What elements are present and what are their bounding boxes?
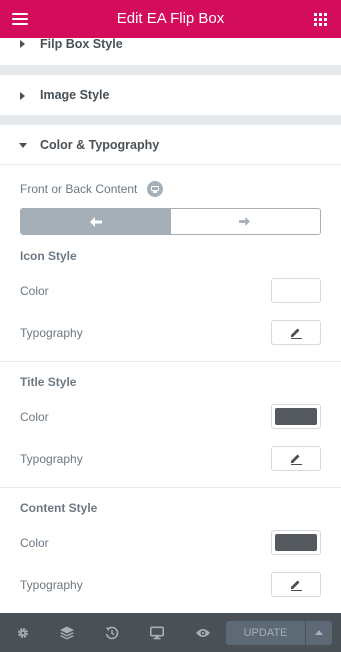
panel-header-cover: Edit EA Flip Box: [0, 0, 341, 38]
section-image-style[interactable]: Image Style: [0, 75, 341, 115]
content-color-picker[interactable]: [271, 530, 321, 555]
caret-down-icon: [19, 143, 27, 148]
icon-style-heading: Icon Style: [20, 249, 77, 263]
icon-color-label: Color: [20, 284, 49, 298]
title-style-heading: Title Style: [20, 375, 77, 389]
icon-typography-edit-button[interactable]: [271, 320, 321, 345]
content-style-heading: Content Style: [20, 501, 98, 515]
icon-typography-label: Typography: [20, 326, 83, 340]
front-option-button[interactable]: [21, 209, 171, 234]
arrow-right-icon: [238, 217, 250, 226]
caret-right-icon: [20, 92, 25, 100]
content-color-label: Color: [20, 536, 49, 550]
responsive-info-icon[interactable]: [147, 181, 163, 197]
title-color-label: Color: [20, 410, 49, 424]
panel-title: Edit EA Flip Box: [116, 10, 225, 27]
content-typography-edit-button[interactable]: [271, 572, 321, 597]
front-back-label: Front or Back Content: [20, 182, 138, 196]
pencil-icon: [291, 580, 302, 591]
title-typography-edit-button[interactable]: [271, 446, 321, 471]
title-color-picker[interactable]: [271, 404, 321, 429]
pencil-icon: [291, 328, 302, 339]
update-button[interactable]: UPDATE: [226, 621, 305, 645]
divider: [0, 164, 341, 165]
section-color-typography[interactable]: Color & Typography: [0, 125, 341, 165]
panel-footer: UPDATE: [0, 613, 341, 652]
color-swatch: [275, 534, 317, 551]
grid-icon[interactable]: [314, 13, 327, 26]
content-typography-label: Typography: [20, 578, 83, 592]
pencil-icon: [291, 454, 302, 465]
caret-up-icon: [315, 630, 323, 635]
section-label: Color & Typography: [40, 138, 160, 152]
arrow-left-icon: [90, 217, 102, 227]
divider: [0, 487, 341, 488]
color-swatch: [275, 408, 317, 425]
title-typography-label: Typography: [20, 452, 83, 466]
icon-color-picker[interactable]: [271, 278, 321, 303]
section-gap: [0, 65, 341, 75]
caret-right-icon: [20, 40, 25, 48]
responsive-icon[interactable]: [137, 613, 177, 652]
color-swatch: [275, 282, 317, 299]
front-back-toggle: [20, 208, 321, 235]
settings-icon[interactable]: [3, 613, 43, 652]
back-option-button[interactable]: [170, 209, 320, 234]
preview-icon[interactable]: [183, 613, 223, 652]
section-label: Image Style: [40, 88, 110, 102]
divider: [0, 361, 341, 362]
section-gap: [0, 115, 341, 125]
layers-icon[interactable]: [47, 613, 87, 652]
history-icon[interactable]: [92, 613, 132, 652]
save-options-button[interactable]: [306, 621, 332, 645]
